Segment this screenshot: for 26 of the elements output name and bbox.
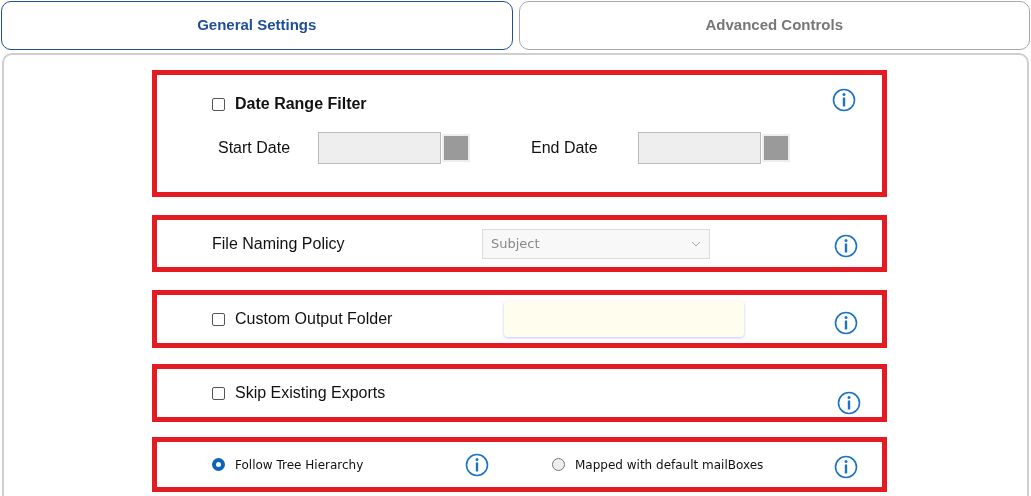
info-icon[interactable] <box>834 234 858 258</box>
filter-label: Date Range Filter <box>235 94 367 114</box>
tab[interactable]: General Settings <box>1 1 513 50</box>
skip-label: Skip Existing Exports <box>235 383 386 403</box>
checkbox[interactable] <box>212 312 225 326</box>
end-date-label: End Date <box>531 138 599 158</box>
radio-button[interactable] <box>552 458 565 471</box>
naming-label: File Naming Policy <box>212 233 346 254</box>
option-label: Mapped with default mailBoxes <box>575 456 764 474</box>
folder-label: Custom Output Folder <box>235 309 394 329</box>
caret-icon <box>691 240 701 247</box>
radio-button[interactable] <box>212 458 225 471</box>
date-field[interactable] <box>638 132 761 164</box>
info-icon[interactable] <box>465 452 489 477</box>
naming-dropdown[interactable]: Subject <box>482 228 710 259</box>
option-label: Follow Tree Hierarchy <box>235 456 365 474</box>
checkbox[interactable] <box>212 386 225 400</box>
info-icon[interactable] <box>834 455 858 479</box>
info-icon[interactable] <box>837 391 861 415</box>
checkbox[interactable] <box>212 97 225 111</box>
start-date-label: Start Date <box>218 138 292 158</box>
date-field[interactable] <box>318 132 441 164</box>
folder-path-field[interactable] <box>504 301 744 337</box>
info-icon[interactable] <box>832 88 856 112</box>
info-icon[interactable] <box>834 311 858 335</box>
tab[interactable]: Advanced Controls <box>518 1 1030 50</box>
